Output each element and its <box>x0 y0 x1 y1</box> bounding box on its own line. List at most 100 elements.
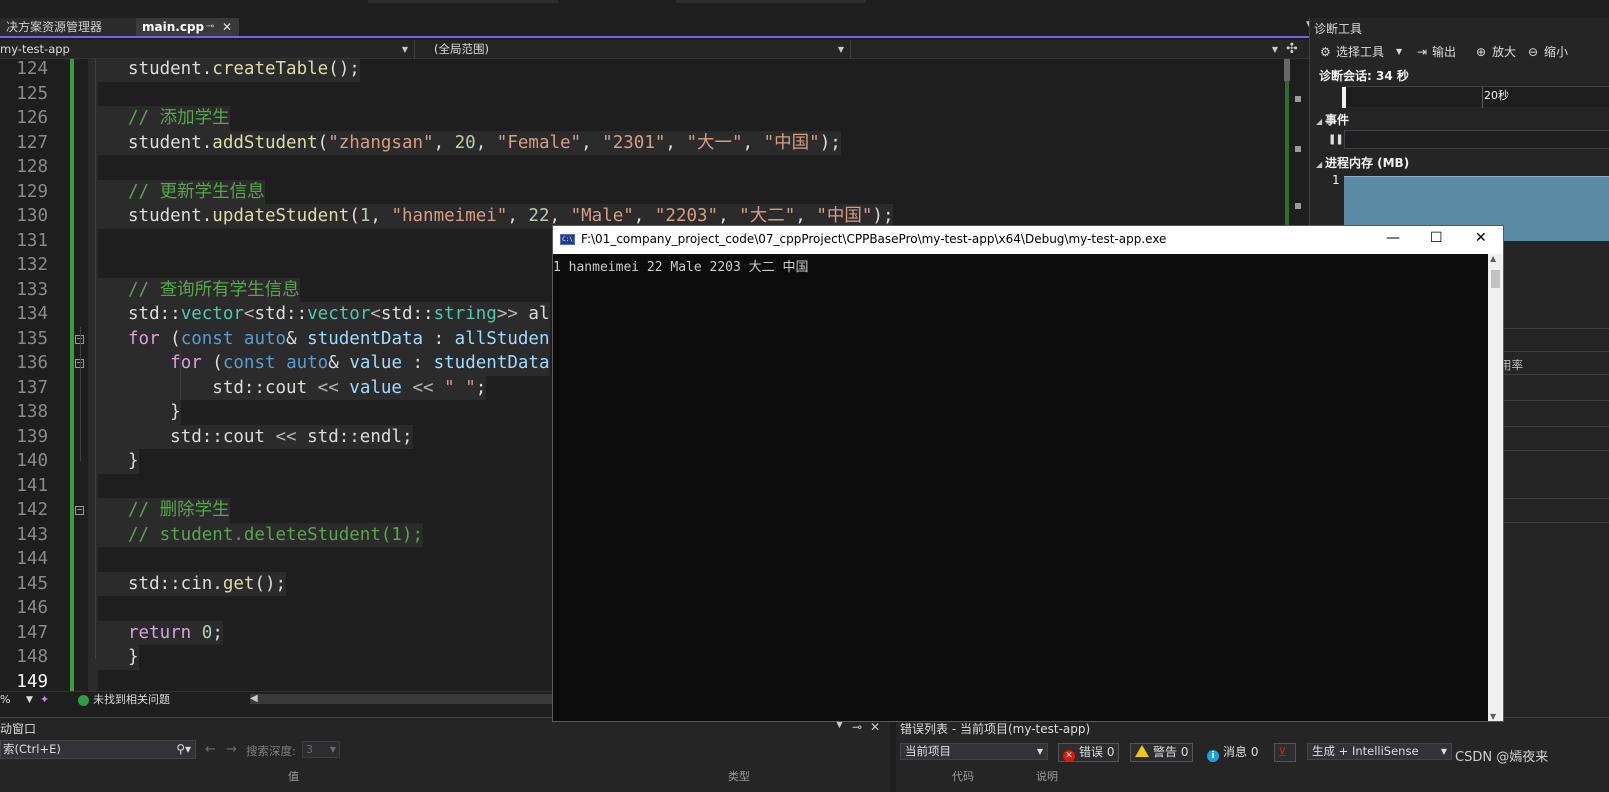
code-text[interactable]: std::cout << value << " "; <box>88 375 487 400</box>
errors-filter-button[interactable]: ✕ 错误 0 <box>1058 743 1120 762</box>
timeline-cursor[interactable] <box>1342 87 1346 108</box>
project-dropdown[interactable]: my-test-app ▼ <box>0 41 412 58</box>
zoom-in-button[interactable]: 放大 <box>1492 42 1516 62</box>
code-text[interactable]: // 添加学生 <box>88 106 230 131</box>
minimize-icon[interactable]: — <box>1386 230 1400 246</box>
code-text[interactable]: student.createTable(); <box>88 59 360 82</box>
scroll-thumb[interactable] <box>1491 270 1500 288</box>
line-number: 144 <box>16 549 48 569</box>
build-source-value: 生成 + IntelliSense <box>1312 744 1419 758</box>
maximize-icon[interactable]: ☐ <box>1430 230 1443 246</box>
chevron-down-icon: ▼ <box>329 745 336 754</box>
column-header-code[interactable]: 代码 <box>952 768 974 784</box>
column-header-type[interactable]: 类型 <box>728 768 750 784</box>
line-number: 125 <box>16 83 48 104</box>
line-number: 143 <box>16 524 48 545</box>
code-text[interactable]: // 更新学生信息 <box>88 179 265 204</box>
output-icon[interactable]: ⇥ <box>1417 42 1427 62</box>
code-line[interactable]: 126 // 添加学生 <box>0 106 1290 131</box>
panel-title: 诊断工具 <box>1314 22 1363 36</box>
scroll-left-icon[interactable]: ◀ <box>250 693 258 704</box>
tab-label: main.cpp <box>142 20 205 34</box>
forward-arrow-icon[interactable]: → <box>226 742 237 757</box>
feedback-icon[interactable]: ✦ <box>40 692 49 708</box>
close-icon[interactable]: ✕ <box>870 720 880 734</box>
build-source-dropdown[interactable]: 生成 + IntelliSense ▼ <box>1307 743 1452 760</box>
code-text[interactable]: std::cout << std::endl; <box>88 424 413 449</box>
session-timeline[interactable]: 20秒 <box>1342 86 1609 108</box>
issues-status[interactable]: 未找到相关问题 <box>93 692 170 708</box>
code-text[interactable] <box>88 473 98 498</box>
code-text[interactable]: return 0; <box>88 620 223 645</box>
back-arrow-icon[interactable]: ← <box>205 742 216 757</box>
member-dropdown[interactable]: ▼ <box>852 41 1282 58</box>
code-text[interactable]: // 删除学生 <box>88 498 230 523</box>
code-text[interactable]: student.addStudent("zhangsan", 20, "Fema… <box>88 130 841 155</box>
close-icon[interactable]: ✕ <box>1475 230 1487 246</box>
timeline-tick <box>1482 87 1483 108</box>
zoom-in-icon[interactable]: ⊕ <box>1476 42 1486 62</box>
code-text[interactable] <box>88 596 98 621</box>
events-section-title[interactable]: ◢ 事件 <box>1316 111 1349 128</box>
zoom-out-button[interactable]: 缩小 <box>1544 42 1568 62</box>
editor-horizontal-scrollbar[interactable] <box>250 694 552 704</box>
code-line[interactable]: 127 student.addStudent("zhangsan", 20, "F… <box>0 130 1290 155</box>
code-text[interactable]: for (const auto& studentData : allStuden <box>88 326 550 351</box>
code-line[interactable]: 124 student.createTable(); <box>0 59 1290 82</box>
code-text[interactable] <box>88 228 98 253</box>
code-text[interactable] <box>88 547 98 572</box>
zoom-out-icon[interactable]: ⊖ <box>1528 42 1538 62</box>
pin-icon[interactable]: ⊸ <box>206 18 214 36</box>
error-scope-dropdown[interactable]: 当前项目 ▼ <box>900 743 1048 760</box>
search-depth-dropdown[interactable]: 3 ▼ <box>302 741 340 758</box>
code-text[interactable]: std::cin.get(); <box>88 571 287 596</box>
code-line[interactable]: 125 <box>0 81 1290 106</box>
chevron-down-icon: ▼ <box>1271 45 1278 54</box>
error-list-window: 错误列表 - 当前项目(my-test-app) 当前项目 ▼ ✕ 错误 0 警告 … <box>896 717 1609 792</box>
scroll-down-icon[interactable]: ▼ <box>1490 712 1496 721</box>
output-button[interactable]: 输出 <box>1432 42 1456 62</box>
column-header-value[interactable]: 值 <box>288 768 299 784</box>
chevron-down-icon[interactable]: ▼ <box>26 692 33 708</box>
code-line[interactable]: 128 <box>0 155 1290 180</box>
code-text[interactable] <box>88 155 98 180</box>
split-icon[interactable]: ✣ <box>1286 41 1298 57</box>
console-scrollbar[interactable]: ▲ ▼ <box>1488 254 1503 721</box>
chevron-down-icon[interactable]: ▼ <box>1396 42 1402 62</box>
code-text[interactable]: for (const auto& value : studentData <box>88 351 550 376</box>
select-tool-button[interactable]: 选择工具 <box>1336 42 1384 62</box>
search-icon[interactable]: ⚲▾ <box>176 741 191 758</box>
divider <box>1500 498 1609 499</box>
code-text[interactable]: std::vector<std::vector<std::string>> al <box>88 302 550 327</box>
code-text[interactable]: // student.deleteStudent(1); <box>88 522 424 547</box>
zoom-level[interactable]: % <box>0 692 10 708</box>
column-header-description[interactable]: 说明 <box>1036 768 1058 784</box>
filter-icon[interactable]: ⊻ <box>1274 743 1296 762</box>
close-icon[interactable]: ✕ <box>222 18 232 36</box>
tab-main-cpp[interactable]: main.cpp ⊸ ✕ <box>136 18 239 36</box>
code-text[interactable]: // 查询所有学生信息 <box>88 277 300 302</box>
line-number: 134 <box>16 304 48 324</box>
gear-icon[interactable]: ⚙ <box>1320 42 1331 62</box>
tab-solution-explorer[interactable]: 决方案资源管理器 <box>0 18 136 36</box>
memory-section-title[interactable]: ◢ 进程内存 (MB) <box>1316 154 1409 171</box>
messages-filter-button[interactable]: i 消息 0 <box>1202 743 1263 762</box>
warnings-filter-button[interactable]: 警告 0 <box>1130 743 1194 762</box>
divider <box>1500 450 1609 451</box>
code-text[interactable] <box>88 81 98 106</box>
scroll-up-icon[interactable]: ▲ <box>1490 254 1496 263</box>
scope-dropdown[interactable]: (全局范围) ▼ <box>434 41 848 58</box>
console-title-bar[interactable]: C:\ F:\01_company_project_code\07_cppPro… <box>553 226 1503 254</box>
chevron-down-icon: ▼ <box>1440 747 1447 756</box>
watermark: CSDN @嫣夜来 <box>1455 750 1549 765</box>
scroll-thumb[interactable] <box>1284 59 1290 81</box>
code-text[interactable] <box>88 253 98 278</box>
pause-icon[interactable]: ❚❚ <box>1328 134 1344 145</box>
code-text[interactable]: } <box>88 400 181 425</box>
fold-toggle-icon[interactable]: − <box>75 506 84 515</box>
search-input[interactable]: 索(Ctrl+E) ⚲▾ <box>0 740 196 759</box>
console-window[interactable]: C:\ F:\01_company_project_code\07_cppPro… <box>552 225 1504 722</box>
pin-icon[interactable]: ⊸ <box>852 720 862 734</box>
indent-guide <box>180 351 181 400</box>
code-line[interactable]: 129 // 更新学生信息 <box>0 179 1290 204</box>
